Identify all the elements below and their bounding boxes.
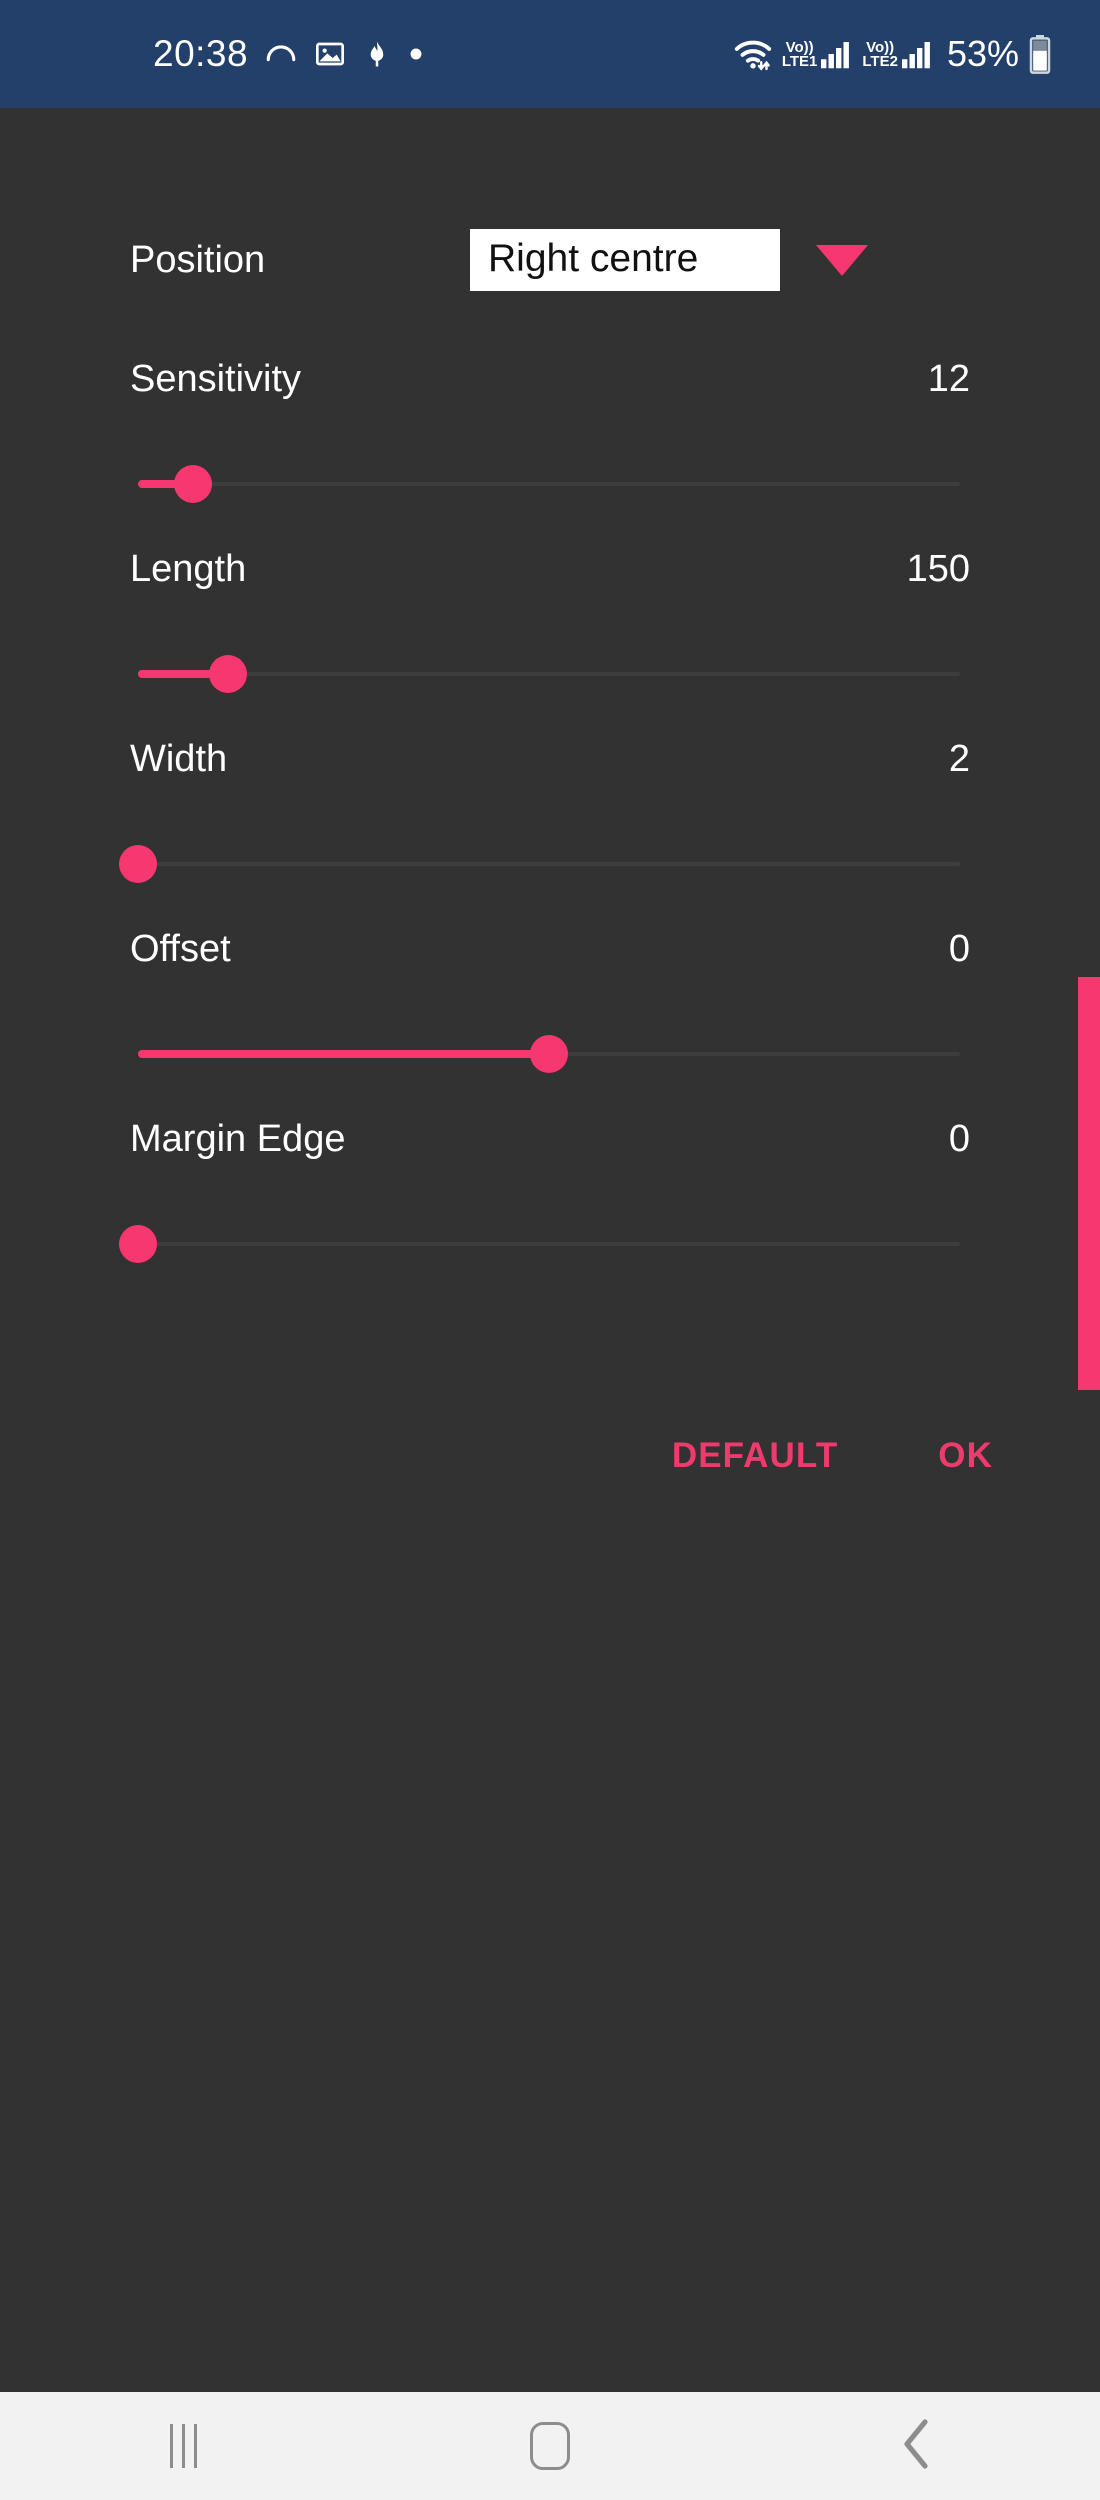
slider-label-length: Length: [130, 548, 247, 590]
slider-thumb-sensitivity[interactable]: [174, 465, 213, 503]
default-button[interactable]: DEFAULT: [668, 1430, 842, 1482]
slider-width[interactable]: [119, 834, 960, 894]
cloud-arc-icon: [264, 37, 298, 71]
dot-icon: [408, 46, 424, 62]
slider-sensitivity[interactable]: [138, 454, 960, 514]
sim2-volte-bottom: LTE2: [862, 52, 898, 70]
status-clock: 20:38: [153, 33, 249, 74]
sim1-signal-bars-icon: [819, 39, 853, 69]
image-icon: [314, 38, 346, 70]
slider-offset[interactable]: [138, 1024, 960, 1084]
wifi-icon: [733, 36, 773, 72]
dialog-content: Position Right centre Sensitivity 12 Len…: [0, 108, 1100, 2392]
slider-label-margin-edge: Margin Edge: [130, 1118, 346, 1160]
slider-track-sensitivity: [138, 482, 960, 486]
home-icon: [530, 2422, 570, 2470]
slider-header-margin-edge: Margin Edge 0: [130, 1118, 970, 1161]
slider-label-width: Width: [130, 738, 228, 780]
slider-value-width: 2: [948, 738, 970, 780]
slider-value-offset: 0: [948, 928, 970, 970]
slider-row-width: Width 2: [0, 738, 1100, 918]
sim1-volte-bottom: LTE1: [781, 52, 818, 70]
status-bar-left: 20:38: [28, 33, 424, 75]
status-bar: 20:38 Vo)) LTE1 Vo)) LTE2 53%: [0, 0, 1100, 108]
slider-track-length: [138, 672, 960, 676]
slider-row-sensitivity: Sensitivity 12: [0, 358, 1100, 538]
slider-length[interactable]: [138, 644, 960, 704]
home-button[interactable]: [367, 2392, 734, 2500]
slider-track-width: [138, 862, 960, 866]
slider-row-length: Length 150: [0, 548, 1100, 728]
slider-header-length: Length 150: [130, 548, 970, 591]
recents-icon: [169, 2424, 197, 2468]
slider-header-width: Width 2: [130, 738, 970, 781]
phone-screen: 20:38 Vo)) LTE1 Vo)) LTE2 53% Position R…: [0, 0, 1100, 2500]
edge-bar-preview: [1078, 977, 1100, 1390]
status-bar-right: Vo)) LTE1 Vo)) LTE2 53%: [733, 33, 1072, 75]
slider-row-offset: Offset 0: [0, 928, 1100, 1108]
slider-fill-offset: [138, 1050, 549, 1058]
slider-label-offset: Offset: [130, 928, 231, 970]
slider-header-sensitivity: Sensitivity 12: [130, 358, 970, 401]
slider-label-sensitivity: Sensitivity: [130, 358, 302, 400]
slider-margin-edge[interactable]: [119, 1214, 960, 1274]
slider-row-margin-edge: Margin Edge 0: [0, 1118, 1100, 1298]
ok-button[interactable]: OK: [934, 1430, 997, 1482]
navigation-bar: [0, 2392, 1100, 2500]
slider-value-length: 150: [906, 548, 970, 590]
position-spinner[interactable]: Right centre: [470, 228, 780, 292]
slider-thumb-width[interactable]: [119, 845, 157, 883]
chevron-down-icon[interactable]: [816, 244, 868, 276]
sim2-signal-bars-icon: [900, 39, 934, 69]
slider-track-margin-edge: [138, 1242, 960, 1246]
slider-value-margin-edge: 0: [948, 1118, 970, 1160]
slider-thumb-margin-edge[interactable]: [119, 1225, 157, 1263]
sim2-volte-indicator: Vo)) LTE2: [862, 39, 934, 69]
recents-button[interactable]: [0, 2392, 367, 2500]
back-button[interactable]: [733, 2392, 1100, 2500]
dialog-button-row: DEFAULT OK: [0, 1430, 1100, 1482]
position-row: Position Right centre: [0, 220, 1100, 300]
slider-thumb-length[interactable]: [209, 655, 248, 693]
battery-percentage: 53%: [946, 33, 1019, 74]
slider-value-sensitivity: 12: [927, 358, 970, 400]
slider-header-offset: Offset 0: [130, 928, 970, 971]
slider-thumb-offset[interactable]: [530, 1035, 568, 1073]
position-selected-value: Right centre: [488, 236, 699, 280]
battery-icon: [1028, 34, 1052, 74]
sim1-volte-indicator: Vo)) LTE1: [782, 39, 854, 69]
do-not-disturb-icon: [362, 38, 392, 70]
position-label: Position: [130, 238, 266, 281]
back-icon: [899, 2418, 935, 2475]
